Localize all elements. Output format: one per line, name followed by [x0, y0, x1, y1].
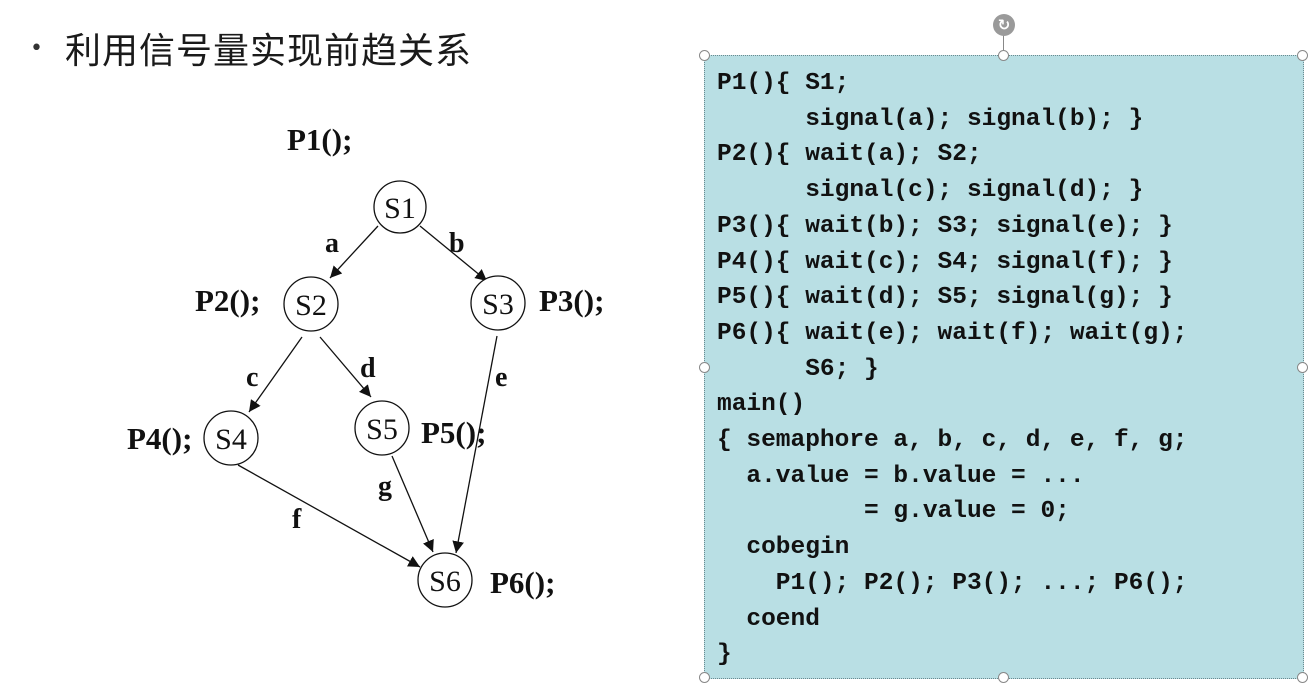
process-label-p5: P5();: [421, 415, 486, 450]
resize-handle-mid-right[interactable]: [1297, 362, 1308, 373]
code-line: S6; }: [717, 355, 879, 383]
edge-label-a: a: [325, 228, 339, 259]
edge-s5-s6: [391, 455, 434, 553]
node-s4: S4: [203, 410, 259, 466]
resize-handle-bottom-right[interactable]: [1297, 672, 1308, 683]
rotate-handle-icon[interactable]: ↻: [993, 14, 1015, 36]
code-line: P6(){ wait(e); wait(f); wait(g);: [717, 319, 1188, 347]
node-s2: S2: [283, 276, 339, 332]
node-s3: S3: [470, 275, 526, 331]
process-label-p3: P3();: [539, 283, 604, 318]
process-label-p4: P4();: [127, 421, 192, 456]
node-s4-label: S4: [215, 423, 247, 456]
code-line: signal(a); signal(b); }: [717, 105, 1144, 133]
code-line: P1(){ S1;: [717, 70, 850, 97]
resize-handle-top-left[interactable]: [699, 50, 710, 61]
code-line: P5(){ wait(d); S5; signal(g); }: [717, 284, 1173, 312]
resize-handle-top-center[interactable]: [998, 50, 1009, 61]
resize-handle-top-right[interactable]: [1297, 50, 1308, 61]
code-line: P1(); P2(); P3(); ...; P6();: [717, 569, 1188, 597]
code-line: P3(){ wait(b); S3; signal(e); }: [717, 212, 1173, 240]
code-line: cobegin: [717, 534, 850, 562]
code-line: coend: [717, 605, 820, 633]
edge-label-e: e: [495, 362, 507, 393]
process-label-p1: P1();: [287, 122, 352, 157]
code-line: P4(){ wait(c); S4; signal(f); }: [717, 248, 1173, 276]
code-line: signal(c); signal(d); }: [717, 177, 1144, 205]
precedence-graph: S1 S2 S3 S4 S5 S6 P1(); P2(); P3(); P4()…: [127, 122, 604, 608]
edge-label-d: d: [360, 353, 376, 384]
edge-label-c: c: [246, 362, 258, 393]
resize-handle-bottom-center[interactable]: [998, 672, 1009, 683]
edge-label-f: f: [292, 504, 302, 535]
node-s6-label: S6: [429, 565, 461, 598]
resize-handle-bottom-left[interactable]: [699, 672, 710, 683]
code-line: main(): [717, 391, 806, 419]
code-block: P1(){ S1; signal(a); signal(b); } P2(){ …: [705, 56, 1303, 673]
code-textbox[interactable]: P1(){ S1; signal(a); signal(b); } P2(){ …: [704, 55, 1304, 679]
code-line: { semaphore a, b, c, d, e, f, g;: [717, 427, 1188, 455]
node-s3-label: S3: [482, 288, 514, 321]
node-s1-label: S1: [384, 192, 416, 225]
node-s2-label: S2: [295, 289, 327, 322]
node-s1: S1: [373, 180, 427, 234]
edge-s4-s6: [237, 464, 421, 568]
code-line: a.value = b.value = ...: [717, 462, 1085, 490]
node-s6: S6: [417, 552, 473, 608]
edge-label-b: b: [449, 228, 465, 259]
code-line: P2(){ wait(a); S2;: [717, 141, 982, 169]
edge-label-g: g: [378, 471, 392, 502]
code-line: }: [717, 641, 732, 669]
code-line: = g.value = 0;: [717, 498, 1070, 526]
process-label-p2: P2();: [195, 283, 260, 318]
process-label-p6: P6();: [490, 565, 555, 600]
resize-handle-mid-left[interactable]: [699, 362, 710, 373]
node-s5: S5: [354, 400, 410, 456]
node-s5-label: S5: [366, 413, 398, 446]
